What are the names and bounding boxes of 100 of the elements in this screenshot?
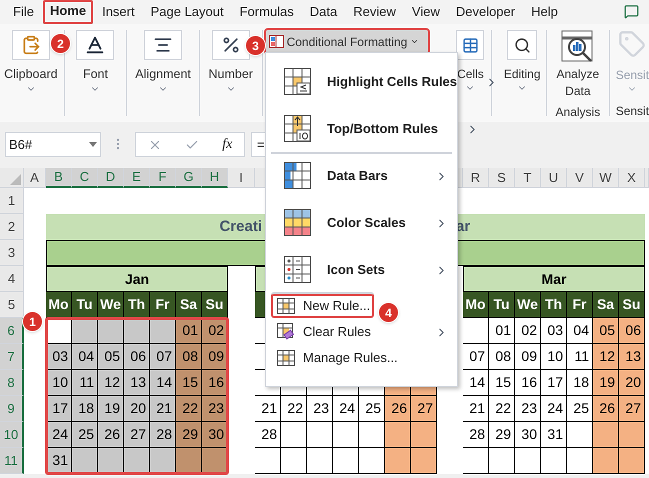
column-header[interactable]: V [567, 168, 593, 188]
column-header[interactable]: F [150, 168, 176, 188]
date-cell [619, 448, 645, 474]
analyze-data-button[interactable]: Analyze Data [552, 30, 603, 100]
date-cell: 06 [619, 318, 645, 344]
ribbon-tab[interactable]: Page Layout [144, 0, 231, 24]
date-cell: 21 [463, 396, 489, 422]
row-header[interactable]: 10 [0, 422, 24, 448]
weekday-cell: We [98, 292, 124, 318]
ribbon-tab[interactable]: Developer [448, 0, 522, 24]
weekday-cell: Th [541, 292, 567, 318]
row-header[interactable]: 4 [0, 266, 24, 292]
weekday-cell: Mo [463, 292, 489, 318]
date-cell: 24 [333, 396, 359, 422]
ribbon-tab[interactable]: File [6, 0, 41, 24]
date-cell: 12 [593, 344, 619, 370]
ribbon-tab[interactable]: Data [302, 0, 344, 24]
date-cell: 07 [463, 344, 489, 370]
column-header[interactable]: C [72, 168, 98, 188]
menu-item[interactable]: New Rule... [271, 292, 374, 318]
menu-item[interactable]: Top/Bottom Rules [271, 105, 483, 151]
date-cell: 23 [202, 396, 228, 422]
column-header[interactable]: T [515, 168, 541, 188]
row-header[interactable]: 7 [0, 344, 24, 370]
date-cell [281, 448, 307, 474]
magnified-chart-icon [560, 30, 595, 64]
date-cell: 16 [202, 370, 228, 396]
column-header[interactable]: E [124, 168, 150, 188]
column-header[interactable]: B [46, 168, 72, 188]
row-header[interactable]: 2 [0, 214, 24, 240]
column-header[interactable]: S [489, 168, 515, 188]
ribbon-tab[interactable]: Help [524, 0, 565, 24]
editing-button[interactable]: Editing [498, 30, 546, 93]
column-header[interactable]: U [541, 168, 567, 188]
data-bars-icon [283, 161, 313, 191]
date-cell: 26 [385, 396, 411, 422]
row-header[interactable]: 3 [0, 240, 24, 266]
date-cell: 14 [150, 370, 176, 396]
date-cell: 12 [98, 370, 124, 396]
column-header[interactable]: A [24, 168, 46, 188]
weekday-cell: Sa [176, 292, 202, 318]
date-cell [489, 448, 515, 474]
date-cell: 08 [489, 344, 515, 370]
comment-icon[interactable] [624, 4, 639, 19]
date-cell: 28 [150, 422, 176, 448]
date-cell: 16 [515, 370, 541, 396]
row-header[interactable]: 1 [0, 188, 24, 214]
date-cell: 22 [489, 396, 515, 422]
date-cell: 01 [176, 318, 202, 344]
date-cell [463, 318, 489, 344]
weekday-cell: Th [124, 292, 150, 318]
ribbon-tab[interactable]: View [404, 0, 447, 24]
group-label: Cells [457, 66, 484, 83]
menu-item[interactable]: Icon Sets [271, 246, 452, 292]
weekday-cell: Su [619, 292, 645, 318]
column-header[interactable]: H [202, 168, 228, 188]
row-header[interactable]: 6 [0, 318, 24, 344]
row-header[interactable]: 5 [0, 292, 24, 318]
column-header[interactable]: I [228, 168, 255, 188]
column-header[interactable]: X [619, 168, 645, 188]
ribbon-tab[interactable]: Formulas [232, 0, 301, 24]
date-cell [619, 422, 645, 448]
date-cell: 22 [176, 396, 202, 422]
date-cell: 13 [619, 344, 645, 370]
insert-function-button[interactable]: fx [222, 134, 232, 155]
date-cell: 21 [255, 396, 281, 422]
ribbon-group-button[interactable]: Alignment [129, 30, 197, 94]
weekday-cell: Tu [489, 292, 515, 318]
date-cell: 09 [202, 344, 228, 370]
column-header[interactable]: W [593, 168, 619, 188]
weekday-cell: Fr [150, 292, 176, 318]
ribbon-tab[interactable]: Home [42, 0, 94, 24]
select-all-icon[interactable] [10, 174, 21, 185]
table-icon [462, 36, 479, 54]
month-header: Jan [46, 266, 228, 292]
row-header[interactable]: 8 [0, 370, 24, 396]
date-cell [124, 318, 150, 344]
menu-item[interactable]: Manage Rules... [271, 344, 452, 370]
conditional-format-icon [268, 35, 284, 48]
column-header[interactable]: G [176, 168, 202, 188]
conditional-formatting-button[interactable]: Conditional Formatting [266, 30, 428, 53]
row-header[interactable]: 11 [0, 448, 24, 474]
weekday-cell: Su [202, 292, 228, 318]
menu-item[interactable]: Color Scales [271, 199, 452, 245]
date-cell [359, 448, 385, 474]
ribbon-tab[interactable]: Review [346, 0, 403, 24]
date-cell: 26 [593, 396, 619, 422]
date-cell: 18 [72, 396, 98, 422]
date-cell [515, 448, 541, 474]
row-header[interactable]: 9 [0, 396, 24, 422]
column-header[interactable]: R [463, 168, 489, 188]
color-scales-icon [283, 208, 313, 238]
column-header[interactable]: D [98, 168, 124, 188]
ribbon-tab[interactable]: Insert [95, 0, 142, 24]
date-cell [333, 422, 359, 448]
menu-item[interactable]: Data Bars [271, 152, 452, 198]
date-cell [541, 448, 567, 474]
name-box[interactable]: B6# [5, 132, 101, 157]
date-cell: 19 [593, 370, 619, 396]
date-cell: 29 [176, 422, 202, 448]
